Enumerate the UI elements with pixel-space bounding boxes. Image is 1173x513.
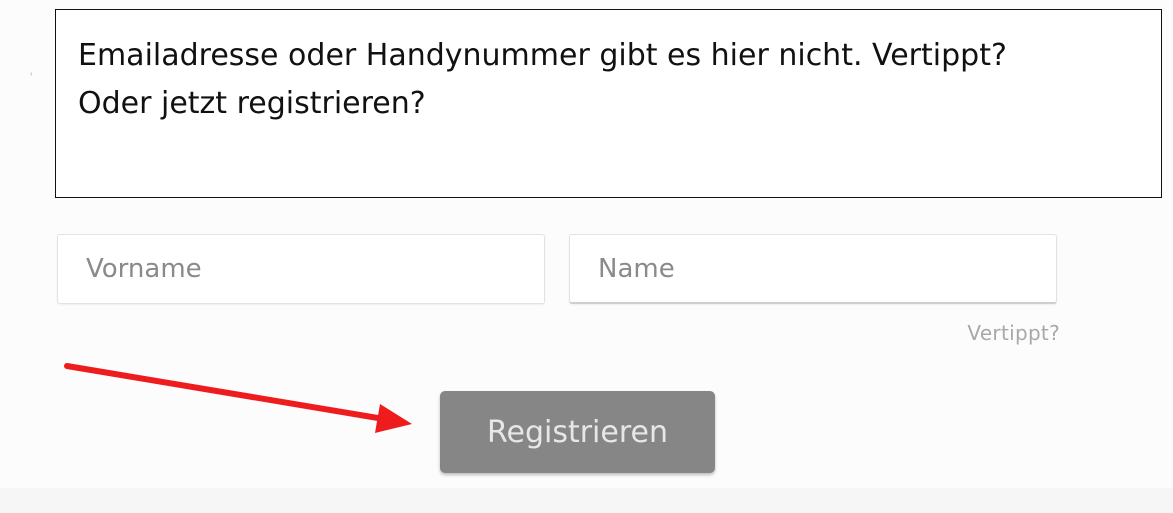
annotation-callout: Emailadresse oder Handynummer gibt es hi… — [55, 9, 1162, 198]
annotation-line-2: Oder jetzt registrieren? — [78, 86, 426, 121]
partial-text-fragment: ' — [30, 69, 33, 85]
firstname-input[interactable] — [57, 234, 545, 304]
arrow-shaft — [64, 363, 387, 422]
registration-page: ' Emailadresse oder Handynummer gibt es … — [0, 0, 1173, 513]
lastname-input[interactable] — [569, 234, 1057, 304]
arrow-head-icon — [375, 404, 412, 433]
annotation-callout-text: Emailadresse oder Handynummer gibt es hi… — [78, 32, 1149, 128]
register-button[interactable]: Registrieren — [440, 391, 715, 473]
typo-hint-text: Vertippt? — [967, 321, 1060, 345]
annotation-line-1: Emailadresse oder Handynummer gibt es hi… — [78, 38, 1007, 73]
page-bottom-strip — [0, 488, 1173, 513]
